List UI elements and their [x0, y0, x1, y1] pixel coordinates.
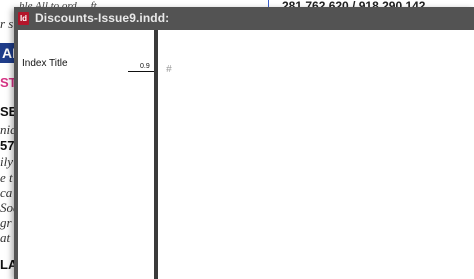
background-doc-fragment: gr — [0, 215, 12, 230]
style-name-column[interactable]: Index Title 0.9 — [18, 30, 154, 279]
window-title: Discounts-Issue9.indd: — [35, 11, 170, 25]
story-text-area[interactable]: # — [158, 30, 474, 279]
indesign-app-icon: Id — [18, 11, 29, 25]
background-doc-fragment: 57 — [0, 138, 15, 153]
index-title-label: Index Title — [22, 58, 68, 69]
background-doc-fragment: r s — [0, 16, 14, 31]
background-doc-fragment: at — [0, 230, 11, 245]
background-doc-fragment: ily — [0, 154, 13, 169]
screen: ihle All to ord ... ft 281.762.620 / 918… — [0, 0, 474, 279]
background-doc-fragment: e t — [0, 170, 13, 185]
background-doc-fragment: ca — [0, 185, 13, 200]
window-titlebar[interactable]: Id Discounts-Issue9.indd: — [14, 7, 474, 29]
end-of-story-marker: # — [166, 64, 172, 75]
depth-ruler-value: 0.9 — [140, 63, 150, 70]
story-editor-window[interactable]: Id Discounts-Issue9.indd: Index Title 0.… — [14, 7, 474, 279]
depth-ruler-line — [128, 71, 154, 72]
